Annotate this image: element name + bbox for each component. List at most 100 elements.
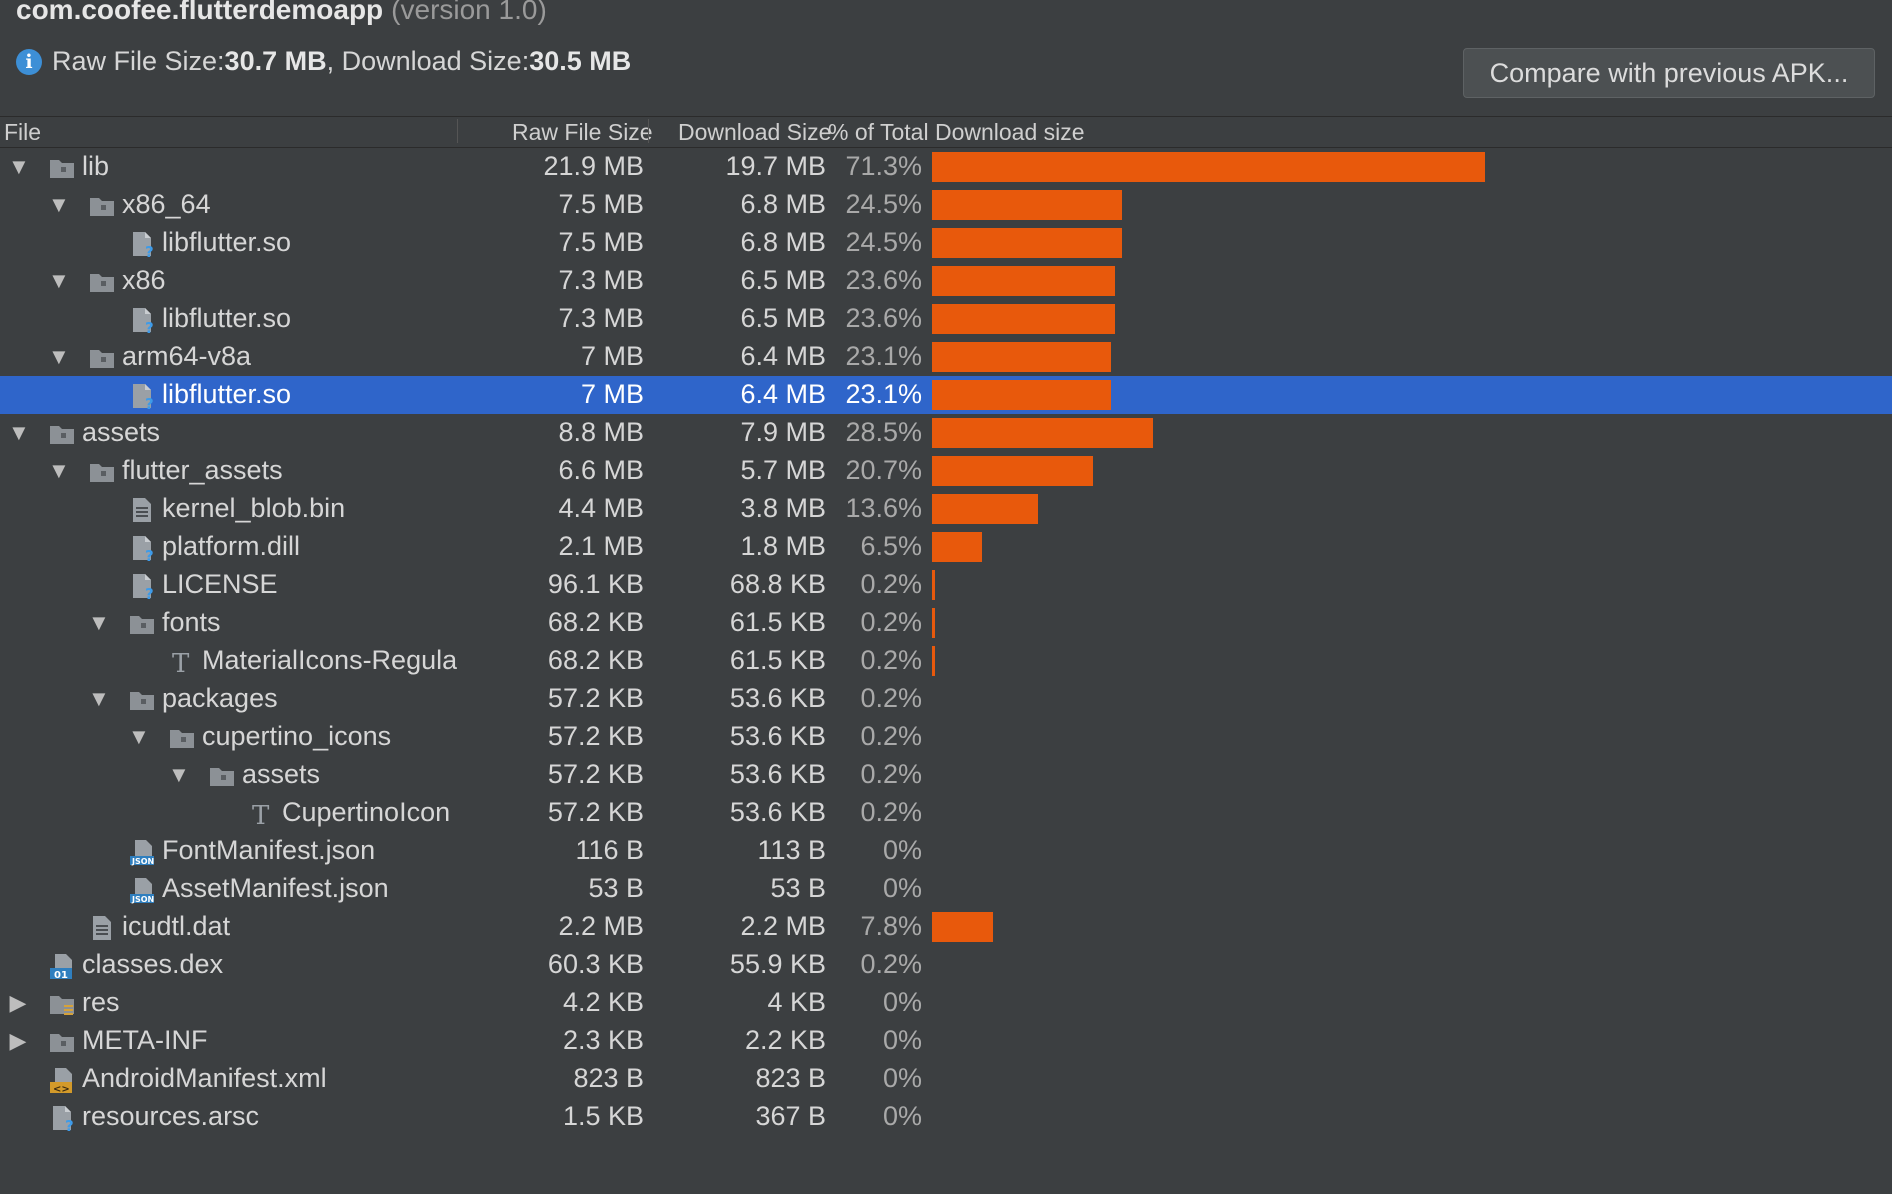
raw-file-size: 57.2 KB — [547, 759, 644, 789]
raw-file-size: 2.3 KB — [562, 1025, 644, 1055]
table-row[interactable]: ▼ assets 8.8 MB 7.9 MB 28.5% — [0, 414, 1892, 452]
download-size-bar — [932, 152, 1485, 182]
unknown-file-icon: ? — [128, 572, 156, 603]
raw-file-size: 2.1 MB — [558, 531, 644, 561]
percent-of-total: 24.5% — [845, 189, 922, 219]
table-row[interactable]: ▼ x86_64 7.5 MB 6.8 MB 24.5% — [0, 186, 1892, 224]
download-size: 6.4 MB — [740, 379, 826, 409]
download-size: 6.8 MB — [740, 189, 826, 219]
table-row[interactable]: JSON AssetManifest.json 53 B 53 B 0% — [0, 870, 1892, 908]
table-row[interactable]: ▼ arm64-v8a 7 MB 6.4 MB 23.1% — [0, 338, 1892, 376]
collapse-arrow-icon[interactable]: ▶ — [8, 990, 28, 1016]
percent-of-total: 13.6% — [845, 493, 922, 523]
table-row[interactable]: kernel_blob.bin 4.4 MB 3.8 MB 13.6% — [0, 490, 1892, 528]
collapse-arrow-icon[interactable]: ▶ — [8, 1028, 28, 1054]
dex-file-icon: 01 — [48, 952, 76, 981]
raw-file-size: 7 MB — [580, 379, 644, 409]
raw-file-size: 68.2 KB — [547, 607, 644, 637]
table-row[interactable]: ? libflutter.so 7 MB 6.4 MB 23.1% — [0, 376, 1892, 414]
folder-icon — [88, 268, 116, 296]
svg-text:?: ? — [145, 585, 154, 600]
font-file-icon: T — [168, 648, 196, 679]
expand-arrow-icon[interactable]: ▼ — [88, 686, 110, 712]
table-row[interactable]: ? LICENSE 96.1 KB 68.8 KB 0.2% — [0, 566, 1892, 604]
folder-icon — [168, 724, 196, 752]
raw-file-size: 57.2 KB — [547, 797, 644, 827]
table-row[interactable]: T MaterialIcons-Regula 68.2 KB 61.5 KB 0.2% — [0, 642, 1892, 680]
download-size-bar — [932, 532, 982, 562]
column-divider[interactable] — [457, 119, 458, 143]
unknown-file-icon: ? — [48, 1104, 76, 1135]
table-row[interactable]: ? resources.arsc 1.5 KB 367 B 0% — [0, 1098, 1892, 1136]
column-header-percent[interactable]: % of Total Download size — [828, 119, 1085, 146]
file-name: LICENSE — [162, 569, 278, 599]
download-size: 6.5 MB — [740, 303, 826, 333]
table-row[interactable]: <> AndroidManifest.xml 823 B 823 B 0% — [0, 1060, 1892, 1098]
table-row[interactable]: ▼ lib 21.9 MB 19.7 MB 71.3% — [0, 148, 1892, 186]
table-row[interactable]: ▼ fonts 68.2 KB 61.5 KB 0.2% — [0, 604, 1892, 642]
file-name: platform.dill — [162, 531, 301, 561]
raw-file-size: 6.6 MB — [558, 455, 644, 485]
table-row[interactable]: ▶ META-INF 2.3 KB 2.2 KB 0% — [0, 1022, 1892, 1060]
percent-of-total: 0% — [882, 873, 922, 903]
table-row[interactable]: T CupertinoIcon 57.2 KB 53.6 KB 0.2% — [0, 794, 1892, 832]
table-row[interactable]: ? libflutter.so 7.5 MB 6.8 MB 24.5% — [0, 224, 1892, 262]
table-row[interactable]: ? libflutter.so 7.3 MB 6.5 MB 23.6% — [0, 300, 1892, 338]
file-name: lib — [82, 151, 110, 181]
percent-of-total: 28.5% — [845, 417, 922, 447]
download-size: 61.5 KB — [729, 645, 826, 675]
expand-arrow-icon[interactable]: ▼ — [128, 724, 150, 750]
download-size: 55.9 KB — [729, 949, 826, 979]
svg-text:?: ? — [145, 395, 154, 410]
download-size: 4 KB — [767, 987, 826, 1017]
download-size: 7.9 MB — [740, 417, 826, 447]
table-row[interactable]: ▼ flutter_assets 6.6 MB 5.7 MB 20.7% — [0, 452, 1892, 490]
file-name: libflutter.so — [162, 227, 292, 257]
table-row[interactable]: ▼ x86 7.3 MB 6.5 MB 23.6% — [0, 262, 1892, 300]
percent-of-total: 7.8% — [860, 911, 922, 941]
table-row[interactable]: ▶ res 4.2 KB 4 KB 0% — [0, 984, 1892, 1022]
table-row[interactable]: 01 classes.dex 60.3 KB 55.9 KB 0.2% — [0, 946, 1892, 984]
percent-of-total: 0.2% — [860, 797, 922, 827]
raw-file-size: 53 B — [588, 873, 644, 903]
expand-arrow-icon[interactable]: ▼ — [8, 420, 30, 446]
download-size-bar — [932, 342, 1111, 372]
percent-of-total: 0.2% — [860, 569, 922, 599]
expand-arrow-icon[interactable]: ▼ — [48, 344, 70, 370]
download-size: 6.8 MB — [740, 227, 826, 257]
table-row[interactable]: ▼ packages 57.2 KB 53.6 KB 0.2% — [0, 680, 1892, 718]
column-header-raw-size[interactable]: Raw File Size — [512, 119, 653, 146]
expand-arrow-icon[interactable]: ▼ — [48, 458, 70, 484]
download-size: 3.8 MB — [740, 493, 826, 523]
table-row[interactable]: ▼ assets 57.2 KB 53.6 KB 0.2% — [0, 756, 1892, 794]
expand-arrow-icon[interactable]: ▼ — [88, 610, 110, 636]
expand-arrow-icon[interactable]: ▼ — [8, 154, 30, 180]
raw-file-size: 96.1 KB — [547, 569, 644, 599]
file-name: CupertinoIcon — [282, 797, 451, 827]
folder-icon — [128, 686, 156, 714]
download-size: 53.6 KB — [729, 797, 826, 827]
percent-of-total: 71.3% — [845, 151, 922, 181]
table-row[interactable]: ? platform.dill 2.1 MB 1.8 MB 6.5% — [0, 528, 1892, 566]
column-header-download-size[interactable]: Download Size — [678, 119, 831, 146]
compare-button[interactable]: Compare with previous APK... — [1463, 48, 1875, 98]
folder-icon — [88, 458, 116, 486]
download-size: 1.8 MB — [740, 531, 826, 561]
download-size: 53.6 KB — [729, 759, 826, 789]
download-size: 823 B — [755, 1063, 826, 1093]
column-header-file[interactable]: File — [4, 119, 41, 146]
expand-arrow-icon[interactable]: ▼ — [48, 192, 70, 218]
file-name: AndroidManifest.xml — [82, 1063, 327, 1093]
table-row[interactable]: JSON FontManifest.json 116 B 113 B 0% — [0, 832, 1892, 870]
expand-arrow-icon[interactable]: ▼ — [48, 268, 70, 294]
svg-text:T: T — [252, 801, 270, 828]
file-name: arm64-v8a — [122, 341, 252, 371]
download-size: 6.4 MB — [740, 341, 826, 371]
table-row[interactable]: ▼ cupertino_icons 57.2 KB 53.6 KB 0.2% — [0, 718, 1892, 756]
expand-arrow-icon[interactable]: ▼ — [168, 762, 190, 788]
table-row[interactable]: icudtl.dat 2.2 MB 2.2 MB 7.8% — [0, 908, 1892, 946]
download-size-bar — [932, 608, 935, 638]
column-divider[interactable] — [648, 119, 649, 143]
svg-text:<>: <> — [53, 1084, 70, 1094]
percent-of-total: 23.6% — [845, 265, 922, 295]
